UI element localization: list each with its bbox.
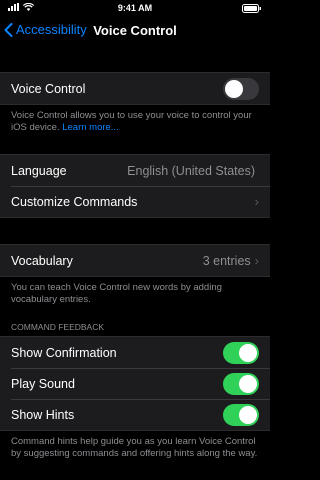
voice-control-row: Voice Control bbox=[0, 73, 270, 104]
vocabulary-row[interactable]: Vocabulary 3 entries › bbox=[0, 245, 270, 276]
voice-control-label: Voice Control bbox=[11, 81, 86, 96]
navigation-bar: Accessibility Voice Control bbox=[0, 18, 270, 44]
status-time: 9:41 AM bbox=[117, 3, 153, 13]
command-feedback-header: COMMAND FEEDBACK bbox=[11, 322, 105, 332]
battery-icon bbox=[242, 4, 262, 15]
vocabulary-footer: You can teach Voice Control new words by… bbox=[11, 282, 222, 305]
page-title: Voice Control bbox=[93, 23, 177, 38]
show-confirmation-row: Show Confirmation bbox=[0, 337, 270, 368]
voice-control-description: Voice Control allows you to use your voi… bbox=[11, 110, 252, 133]
show-hints-toggle[interactable] bbox=[223, 403, 259, 426]
language-value: English (United States) bbox=[127, 163, 255, 178]
voice-control-toggle[interactable] bbox=[223, 77, 259, 100]
toggle-knob bbox=[225, 79, 243, 98]
toggle-knob bbox=[239, 343, 257, 362]
play-sound-row: Play Sound bbox=[0, 368, 270, 399]
vocabulary-label: Vocabulary bbox=[11, 253, 73, 268]
toggle-knob bbox=[239, 374, 257, 393]
language-label: Language bbox=[11, 163, 67, 178]
play-sound-toggle[interactable] bbox=[223, 372, 259, 395]
show-hints-row: Show Hints bbox=[0, 399, 270, 430]
settings-content[interactable]: Voice Control Voice Control allows you t… bbox=[0, 44, 270, 480]
voice-control-group: Voice Control bbox=[0, 72, 270, 105]
customize-commands-label: Customize Commands bbox=[11, 194, 138, 209]
vocabulary-value: 3 entries bbox=[202, 253, 251, 268]
language-group: Language English (United States) Customi… bbox=[0, 154, 270, 218]
customize-commands-row[interactable]: Customize Commands › bbox=[0, 186, 270, 217]
toggle-knob bbox=[239, 405, 257, 424]
language-row[interactable]: Language English (United States) bbox=[0, 155, 270, 186]
command-feedback-footer: Command hints help guide you as you lear… bbox=[11, 436, 258, 459]
command-feedback-group: Show Confirmation Play Sound Show Hints bbox=[0, 336, 270, 431]
learn-more-link[interactable]: Learn more... bbox=[62, 122, 119, 133]
play-sound-label: Play Sound bbox=[11, 376, 75, 391]
vocabulary-group: Vocabulary 3 entries › bbox=[0, 244, 270, 277]
show-confirmation-label: Show Confirmation bbox=[11, 345, 117, 360]
chevron-right-icon: › bbox=[254, 194, 259, 209]
show-confirmation-toggle[interactable] bbox=[223, 341, 259, 364]
voice-control-footer: Voice Control allows you to use your voi… bbox=[0, 105, 270, 134]
status-bar: 9:41 AM bbox=[0, 0, 270, 18]
chevron-right-icon: › bbox=[254, 253, 259, 268]
show-hints-label: Show Hints bbox=[11, 407, 75, 422]
